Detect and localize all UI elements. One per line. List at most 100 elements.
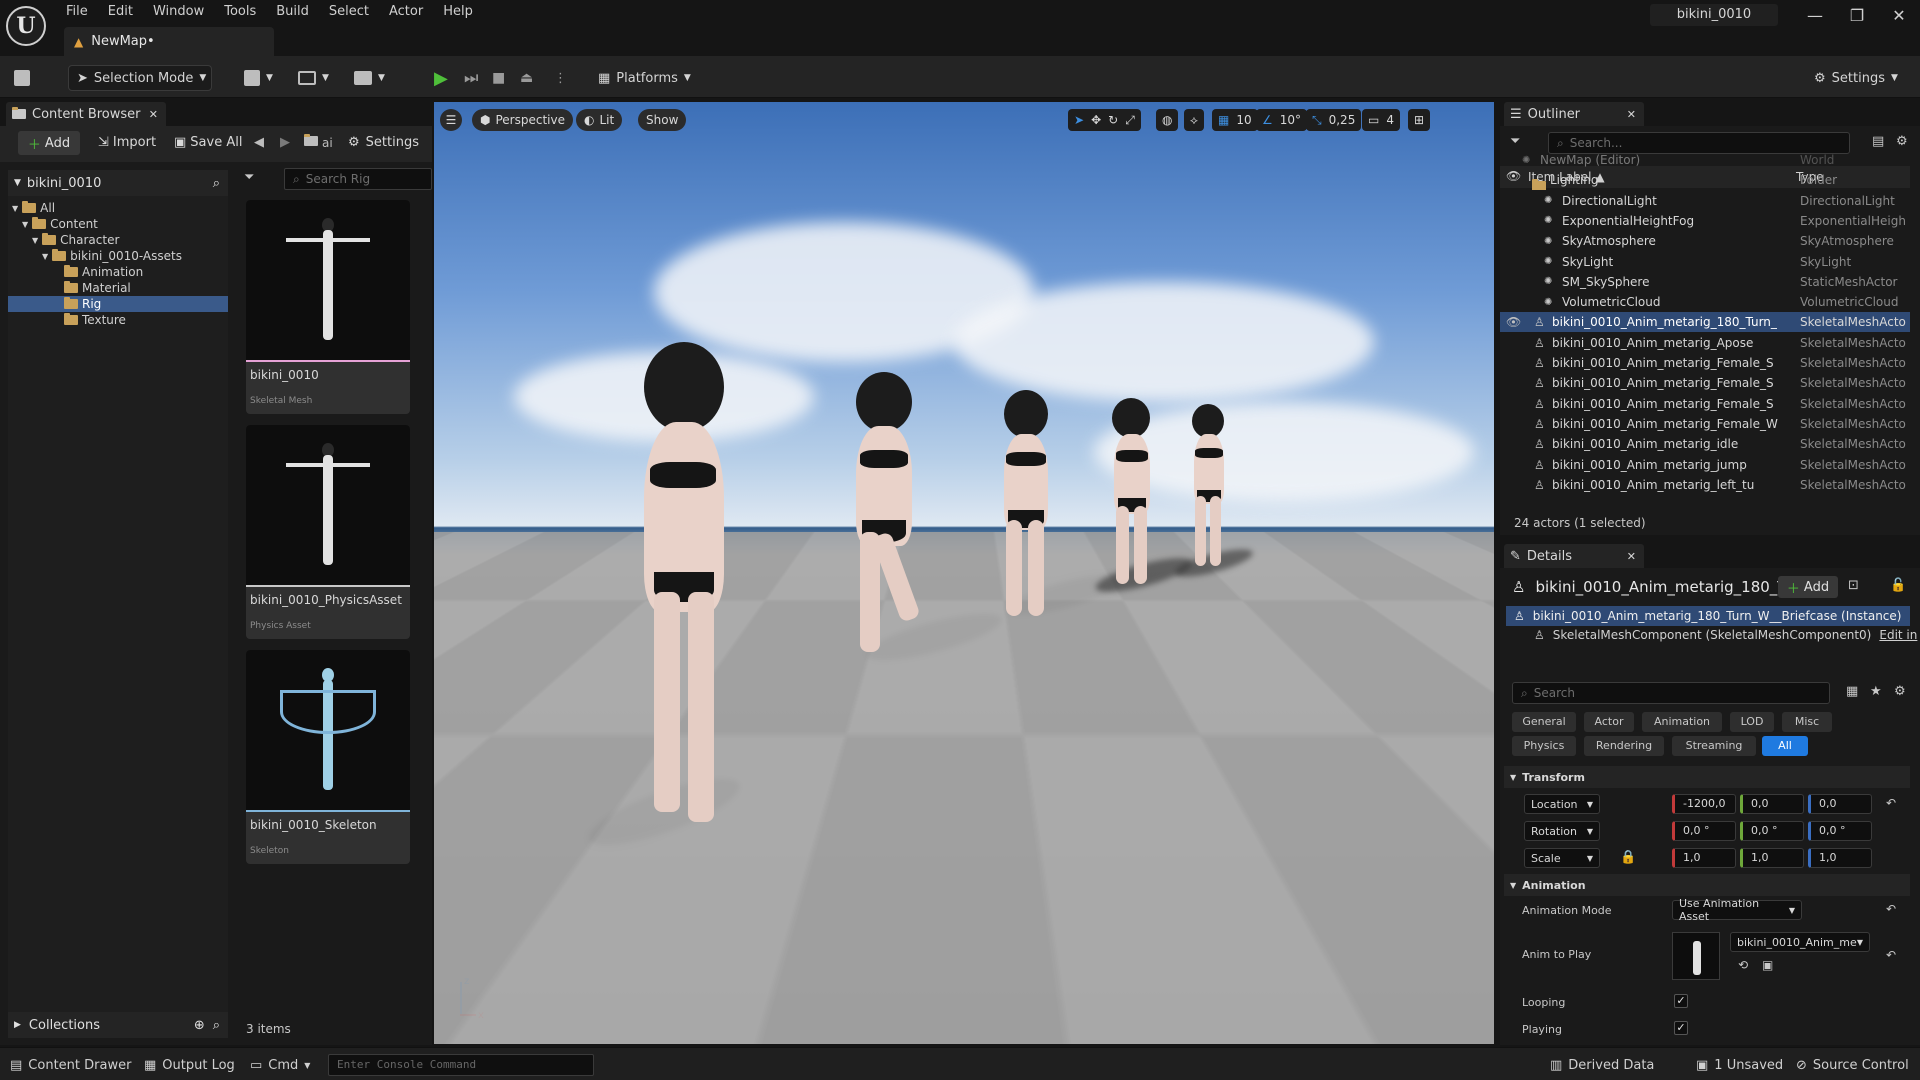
add-actor-button[interactable]: ▼ — [244, 65, 273, 91]
outliner-settings-button[interactable]: ⚙ — [1896, 134, 1908, 149]
transform-section-header[interactable]: ▼ Transform — [1504, 766, 1910, 788]
rotation-snap-button[interactable]: ∠ 10° — [1256, 109, 1308, 131]
rotation-z-field[interactable]: 0,0 ° — [1808, 821, 1872, 841]
level-viewport[interactable]: ☰ ⬢ Perspective ◐ Lit Show ➤ ✥ ↻ ⤢ ◍ ⟡ ▦ 10… — [434, 102, 1494, 1044]
menu-select[interactable]: Select — [321, 2, 381, 24]
content-drawer-button[interactable]: ▤ Content Drawer — [10, 1054, 131, 1076]
scale-lock-button[interactable]: 🔒 — [1620, 850, 1636, 865]
add-collection-icon[interactable]: ⊕ — [194, 1018, 205, 1033]
save-all-button[interactable]: ▣ Save All — [174, 135, 242, 150]
filter-actor[interactable]: Actor — [1584, 712, 1634, 732]
play-options-button[interactable]: ⋮ — [554, 65, 567, 91]
grid-snap-button[interactable]: ▦ 10 — [1212, 109, 1258, 131]
menu-help[interactable]: Help — [435, 2, 485, 24]
outliner-row[interactable]: 👁 ♙ bikini_0010_Anim_metarig_180_Turn_ Skel… — [1500, 312, 1910, 333]
add-button[interactable]: ＋ Add — [18, 131, 80, 155]
back-button[interactable]: ◀ — [254, 135, 264, 150]
filter-streaming[interactable]: Streaming — [1672, 736, 1756, 756]
menu-build[interactable]: Build — [268, 2, 321, 24]
edit-in-link[interactable]: Edit in — [1879, 628, 1917, 642]
close-tab-icon[interactable]: ✕ — [1627, 550, 1636, 563]
filter-misc[interactable]: Misc — [1782, 712, 1832, 732]
scale-tool-icon[interactable]: ⤢ — [1125, 113, 1135, 128]
platforms-dropdown[interactable]: ▦ Platforms ▼ — [598, 65, 691, 91]
step-button[interactable]: ⏭ — [464, 65, 478, 91]
menu-edit[interactable]: Edit — [100, 2, 145, 24]
details-search-input[interactable]: ⌕ Search — [1512, 682, 1830, 704]
add-component-button[interactable]: ＋ Add — [1778, 576, 1838, 598]
stop-button[interactable]: ■ — [492, 65, 505, 91]
anim-thumbnail[interactable] — [1672, 932, 1720, 980]
scale-z-field[interactable]: 1,0 — [1808, 848, 1872, 868]
path-breadcrumb[interactable]: ai — [304, 134, 333, 150]
reset-anim-icon[interactable]: ↶ — [1886, 948, 1896, 962]
details-tab[interactable]: ✎ Details ✕ — [1504, 544, 1644, 568]
selection-mode-dropdown[interactable]: ➤ Selection Mode ▼ — [68, 65, 212, 91]
new-folder-button[interactable]: ▤ — [1872, 134, 1884, 149]
tree-item-rig[interactable]: Rig — [64, 296, 101, 312]
menu-tools[interactable]: Tools — [216, 2, 268, 24]
filter-general[interactable]: General — [1512, 712, 1576, 732]
rotation-x-field[interactable]: 0,0 ° — [1672, 821, 1736, 841]
character-4[interactable] — [1098, 398, 1168, 588]
blueprint-convert-button[interactable]: ⊡ — [1848, 578, 1859, 593]
location-dropdown[interactable]: Location ▼ — [1524, 794, 1600, 814]
character-2[interactable] — [834, 372, 944, 662]
location-x-field[interactable]: -1200,0 — [1672, 794, 1736, 814]
save-level-button[interactable] — [14, 65, 30, 91]
close-tab-icon[interactable]: ✕ — [149, 108, 158, 121]
outliner-row[interactable]: ♙ bikini_0010_Anim_metarig_Female_S Skelet… — [1500, 373, 1910, 393]
tree-root-header[interactable]: ▼ bikini_0010 ⌕ — [8, 170, 228, 196]
character-3[interactable] — [984, 390, 1074, 620]
move-tool-icon[interactable]: ✥ — [1091, 113, 1101, 127]
use-selected-asset-icon[interactable]: ⟲ — [1738, 958, 1748, 972]
visibility-eye-icon[interactable]: 👁 — [1506, 315, 1521, 329]
search-icon[interactable]: ⌕ — [213, 1018, 220, 1033]
lock-button[interactable]: 🔓 — [1890, 578, 1906, 593]
import-button[interactable]: ⇲ Import — [98, 135, 156, 150]
filter-rendering[interactable]: Rendering — [1584, 736, 1664, 756]
cmd-dropdown[interactable]: ▭ Cmd ▼ — [250, 1054, 310, 1076]
cinematics-button[interactable]: ▼ — [354, 65, 385, 91]
looping-checkbox[interactable]: ✓ — [1674, 994, 1688, 1008]
camera-speed-button[interactable]: ▭ 4 — [1362, 109, 1400, 131]
unsaved-button[interactable]: ▣ 1 Unsaved — [1696, 1054, 1783, 1076]
outliner-row[interactable]: ✺ SkyAtmosphere SkyAtmosphere — [1500, 231, 1910, 251]
instance-row[interactable]: ♙ bikini_0010_Anim_metarig_180_Turn_W__Br… — [1506, 606, 1910, 626]
lit-button[interactable]: ◐ Lit — [576, 109, 623, 131]
level-tab[interactable]: ▲ NewMap• — [64, 27, 274, 56]
forward-button[interactable]: ▶ — [280, 135, 290, 150]
filter-lod[interactable]: LOD — [1730, 712, 1774, 732]
minimize-button[interactable]: — — [1800, 6, 1830, 26]
outliner-row[interactable]: ✺ ExponentialHeightFog ExponentialHeigh — [1500, 211, 1910, 231]
blueprint-button[interactable]: ▼ — [298, 65, 329, 91]
asset-tile[interactable]: bikini_0010_PhysicsAsset Physics Asset — [246, 425, 410, 639]
outliner-row[interactable]: ✺ VolumetricCloud VolumetricCloud — [1500, 292, 1910, 312]
play-button[interactable]: ▶ — [434, 65, 448, 91]
character-1[interactable] — [614, 342, 754, 842]
outliner-tab[interactable]: ☰ Outliner ✕ — [1504, 102, 1644, 126]
output-log-button[interactable]: ▦ Output Log — [144, 1054, 235, 1076]
location-y-field[interactable]: 0,0 — [1740, 794, 1804, 814]
filter-button[interactable]: ⏷ — [1510, 134, 1520, 149]
outliner-row[interactable]: ✺ SM_SkySphere StaticMeshActor — [1500, 272, 1910, 292]
menu-file[interactable]: File — [58, 2, 100, 24]
animation-section-header[interactable]: ▼ Animation — [1504, 874, 1910, 896]
anim-to-play-dropdown[interactable]: bikini_0010_Anim_me ▼ — [1730, 932, 1870, 952]
coordinate-space-button[interactable]: ◍ — [1156, 109, 1179, 131]
tree-item-material[interactable]: Material — [64, 280, 131, 296]
surface-snap-button[interactable]: ⟡ — [1184, 109, 1204, 131]
outliner-row[interactable]: ♙ bikini_0010_Anim_metarig_jump SkeletalMe… — [1500, 455, 1910, 475]
outliner-row[interactable]: ♙ bikini_0010_Anim_metarig_Female_S Skelet… — [1500, 353, 1910, 373]
source-control-button[interactable]: ⊘ Source Control — [1796, 1054, 1909, 1076]
content-browser-settings-button[interactable]: ⚙ Settings — [348, 135, 419, 150]
playing-checkbox[interactable]: ✓ — [1674, 1021, 1688, 1035]
collections-header[interactable]: ▶ Collections ⊕ ⌕ — [8, 1012, 228, 1038]
outliner-row[interactable]: ♙ bikini_0010_Anim_metarig_Female_S Skelet… — [1500, 394, 1910, 414]
asset-tile[interactable]: bikini_0010 Skeletal Mesh — [246, 200, 410, 414]
asset-search-input[interactable]: ⌕ Search Rig — [284, 168, 432, 190]
show-button[interactable]: Show — [638, 109, 687, 131]
rotate-tool-icon[interactable]: ↻ — [1108, 113, 1118, 127]
filter-physics[interactable]: Physics — [1512, 736, 1576, 756]
location-z-field[interactable]: 0,0 — [1808, 794, 1872, 814]
